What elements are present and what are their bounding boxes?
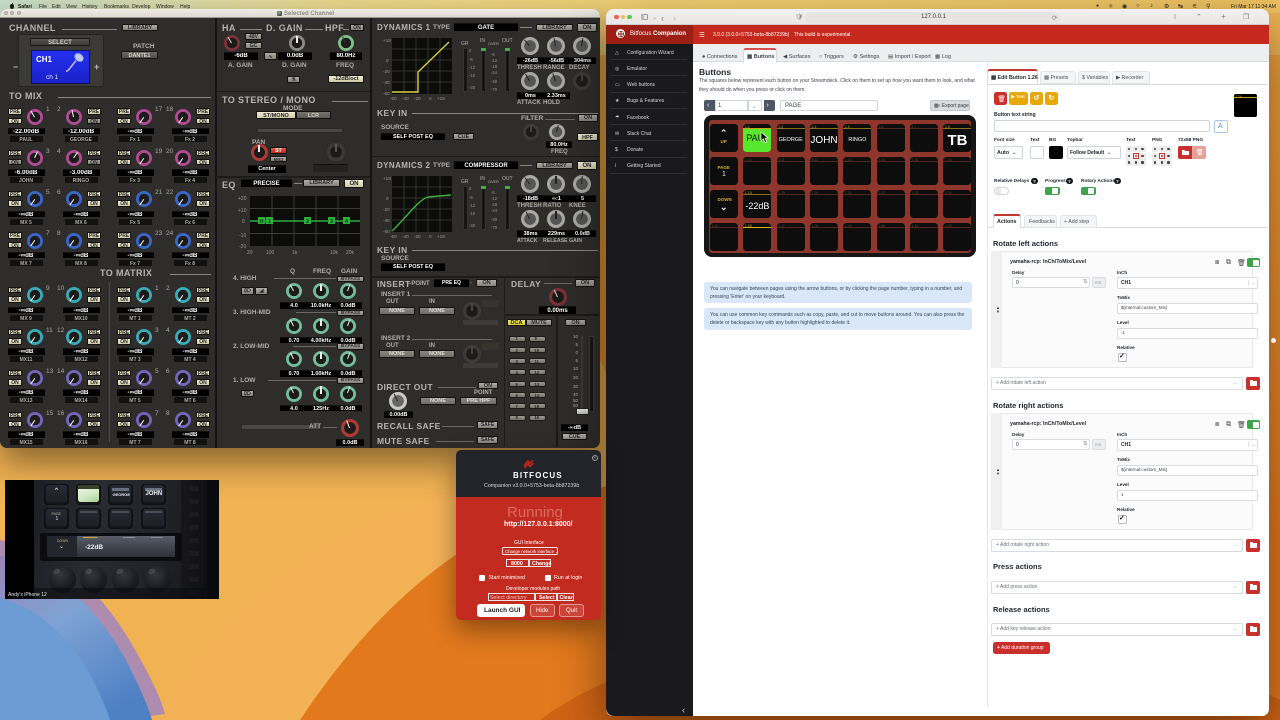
- svg-text:-40: -40: [383, 218, 390, 223]
- svg-text:-20: -20: [239, 244, 246, 250]
- svg-text:+10: +10: [238, 208, 247, 214]
- svg-text:0: 0: [386, 58, 389, 63]
- svg-text:-40: -40: [402, 234, 409, 239]
- svg-text:-60: -60: [390, 234, 397, 239]
- svg-text:0: 0: [429, 234, 432, 239]
- svg-text:-20: -20: [383, 69, 390, 74]
- svg-text:-20: -20: [414, 96, 421, 101]
- svg-text:+18: +18: [383, 38, 391, 43]
- svg-text:-60: -60: [390, 96, 397, 101]
- svg-text:+18: +18: [437, 234, 445, 239]
- svg-text:1: 1: [268, 219, 271, 225]
- svg-text:+20: +20: [238, 196, 247, 202]
- svg-text:+18: +18: [437, 96, 445, 101]
- svg-text:0: 0: [242, 219, 245, 225]
- svg-text:-10: -10: [239, 233, 246, 239]
- svg-text:-20: -20: [383, 207, 390, 212]
- svg-text:-40: -40: [402, 96, 409, 101]
- svg-text:-40: -40: [383, 80, 390, 85]
- svg-text:-20: -20: [414, 234, 421, 239]
- svg-text:+18: +18: [383, 176, 391, 181]
- svg-text:100: 100: [266, 250, 275, 256]
- svg-text:10k: 10k: [330, 250, 339, 256]
- svg-text:0: 0: [429, 96, 432, 101]
- svg-text:20: 20: [247, 250, 253, 256]
- svg-text:3: 3: [330, 219, 333, 225]
- svg-text:1k: 1k: [292, 250, 298, 256]
- svg-text:0: 0: [386, 196, 389, 201]
- svg-text:H: H: [260, 219, 264, 225]
- svg-text:2: 2: [306, 219, 309, 225]
- svg-text:20k: 20k: [346, 250, 355, 256]
